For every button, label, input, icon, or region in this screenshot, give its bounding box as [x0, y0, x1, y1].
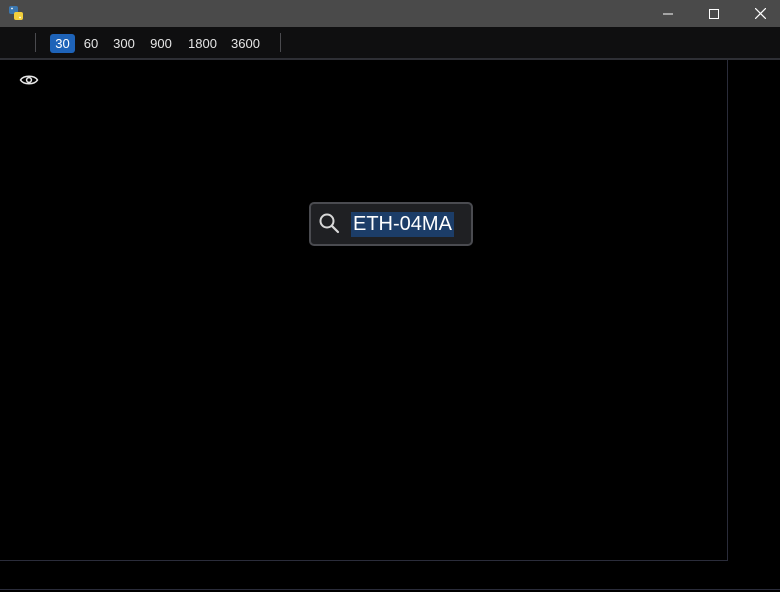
timeframe-button-30[interactable]: 30: [50, 34, 75, 53]
timeframe-button-1800[interactable]: 1800: [184, 34, 221, 53]
timeframe-button-3600[interactable]: 3600: [227, 34, 264, 53]
eye-icon[interactable]: [19, 72, 39, 88]
symbol-search-input[interactable]: ETH-04MA: [351, 212, 454, 237]
status-bar-border: [0, 589, 780, 590]
timeframe-button-60[interactable]: 60: [80, 34, 102, 53]
timeframe-button-300[interactable]: 300: [109, 34, 139, 53]
chart-pane[interactable]: [0, 60, 728, 561]
timeframe-button-900[interactable]: 900: [146, 34, 176, 53]
symbol-search-box: ETH-04MA: [309, 202, 473, 246]
minimize-icon: [663, 9, 673, 19]
close-button[interactable]: [737, 0, 780, 27]
maximize-button[interactable]: [691, 0, 737, 27]
toolbar-separator: [280, 33, 281, 52]
toolbar-separator: [35, 33, 36, 52]
title-bar[interactable]: [0, 0, 780, 27]
minimize-button[interactable]: [645, 0, 691, 27]
timeframe-toolbar: 30 60 300 900 1800 3600: [0, 27, 780, 58]
close-icon: [754, 8, 766, 19]
app-window: 30 60 300 900 1800 3600 ETH-04MA: [0, 0, 780, 592]
maximize-icon: [709, 8, 719, 19]
python-icon: [8, 5, 24, 21]
search-icon: [318, 212, 340, 234]
